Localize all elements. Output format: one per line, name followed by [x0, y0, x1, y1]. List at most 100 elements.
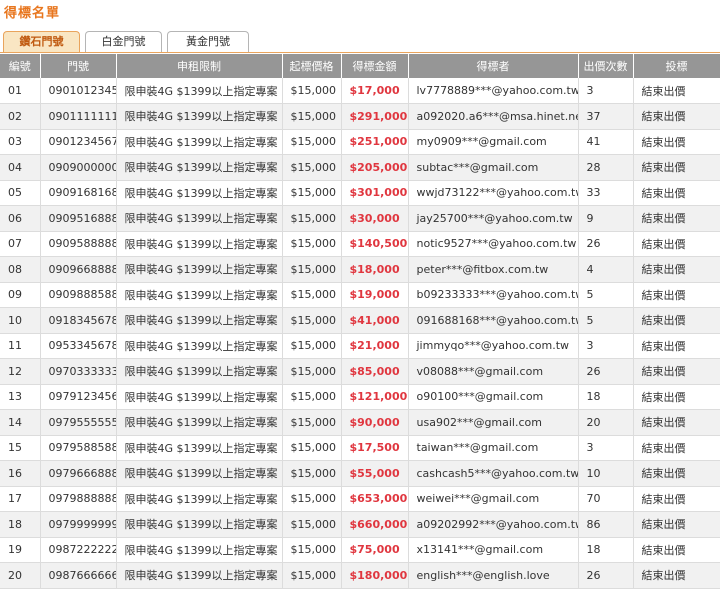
plan-restriction: 限申裝4G $1399以上指定專案	[116, 435, 283, 461]
header-index: 編號	[0, 54, 41, 78]
phone-number: 0909516888	[40, 205, 117, 232]
winning-amount: $660,000	[341, 511, 409, 538]
phone-number: 0987222222	[40, 537, 117, 563]
phone-number: 0909000000	[40, 154, 117, 181]
table-row: 16 0979666888 限申裝4G $1399以上指定專案 $15,000 $55,…	[0, 460, 720, 487]
bid-count: 4	[578, 256, 634, 283]
bid-status: 結束出價	[633, 154, 720, 181]
row-index: 08	[0, 256, 41, 283]
bid-count: 33	[578, 180, 634, 206]
table-row: 06 0909516888 限申裝4G $1399以上指定專案 $15,000 $30,…	[0, 205, 720, 232]
table-row: 08 0909668888 限申裝4G $1399以上指定專案 $15,000 $18,…	[0, 256, 720, 283]
start-price: $15,000	[282, 435, 342, 461]
bid-status: 結束出價	[633, 129, 720, 155]
start-price: $15,000	[282, 78, 342, 104]
header-bid-count: 出價次數	[578, 54, 634, 78]
start-price: $15,000	[282, 460, 342, 487]
bid-status: 結束出價	[633, 358, 720, 385]
row-index: 15	[0, 435, 41, 461]
bid-count: 9	[578, 205, 634, 232]
tab-diamond[interactable]: 鑽石門號	[3, 31, 80, 52]
winning-amount: $55,000	[341, 460, 409, 487]
start-price: $15,000	[282, 180, 342, 206]
winner-email: jimmyqo***@yahoo.com.tw	[408, 333, 579, 359]
phone-number: 0909668888	[40, 256, 117, 283]
table-body: 01 0901012345 限申裝4G $1399以上指定專案 $15,000 $17,…	[0, 78, 720, 589]
bid-status: 結束出價	[633, 333, 720, 359]
row-index: 10	[0, 307, 41, 334]
winning-amount: $17,500	[341, 435, 409, 461]
row-index: 09	[0, 282, 41, 308]
plan-restriction: 限申裝4G $1399以上指定專案	[116, 282, 283, 308]
tab-gold[interactable]: 黃金門號	[167, 31, 249, 52]
start-price: $15,000	[282, 333, 342, 359]
winner-email: 091688168***@yahoo.com.tw	[408, 307, 579, 334]
row-index: 13	[0, 384, 41, 410]
winner-email: my0909***@gmail.com	[408, 129, 579, 155]
winning-amount: $17,000	[341, 78, 409, 104]
table-header-row: 編號 門號 申租限制 起標價格 得標金額 得標者 出價次數 投標	[0, 54, 720, 78]
phone-number: 0979888888	[40, 486, 117, 512]
winning-amount: $251,000	[341, 129, 409, 155]
winner-email: a09202992***@yahoo.com.tw	[408, 511, 579, 538]
header-number: 門號	[40, 54, 117, 78]
winner-email: usa902***@gmail.com	[408, 409, 579, 436]
plan-restriction: 限申裝4G $1399以上指定專案	[116, 256, 283, 283]
table-row: 07 0909588888 限申裝4G $1399以上指定專案 $15,000 $140…	[0, 231, 720, 257]
bid-count: 3	[578, 435, 634, 461]
bid-status: 結束出價	[633, 460, 720, 487]
table-row: 03 0901234567 限申裝4G $1399以上指定專案 $15,000 $251…	[0, 129, 720, 155]
phone-number: 0901234567	[40, 129, 117, 155]
winning-amount: $18,000	[341, 256, 409, 283]
bid-status: 結束出價	[633, 307, 720, 334]
bid-status: 結束出價	[633, 205, 720, 232]
row-index: 01	[0, 78, 41, 104]
plan-restriction: 限申裝4G $1399以上指定專案	[116, 511, 283, 538]
row-index: 14	[0, 409, 41, 436]
winning-amount: $140,500	[341, 231, 409, 257]
winning-amount: $291,000	[341, 103, 409, 130]
row-index: 06	[0, 205, 41, 232]
bid-status: 結束出價	[633, 231, 720, 257]
header-restriction: 申租限制	[116, 54, 283, 78]
winner-email: wwjd73122***@yahoo.com.tw	[408, 180, 579, 206]
table-row: 15 0979588588 限申裝4G $1399以上指定專案 $15,000 $17,…	[0, 435, 720, 461]
header-winning-amount: 得標金額	[341, 54, 409, 78]
phone-number: 0979555555	[40, 409, 117, 436]
row-index: 12	[0, 358, 41, 385]
header-start-price: 起標價格	[282, 54, 342, 78]
winning-amount: $301,000	[341, 180, 409, 206]
plan-restriction: 限申裝4G $1399以上指定專案	[116, 103, 283, 130]
plan-restriction: 限申裝4G $1399以上指定專案	[116, 537, 283, 563]
row-index: 16	[0, 460, 41, 487]
bid-status: 結束出價	[633, 537, 720, 563]
header-winner: 得標者	[408, 54, 579, 78]
plan-restriction: 限申裝4G $1399以上指定專案	[116, 409, 283, 436]
winner-email: cashcash5***@yahoo.com.tw	[408, 460, 579, 487]
phone-number: 0979999999	[40, 511, 117, 538]
table-row: 04 0909000000 限申裝4G $1399以上指定專案 $15,000 $205…	[0, 154, 720, 181]
row-index: 04	[0, 154, 41, 181]
bid-status: 結束出價	[633, 435, 720, 461]
bid-count: 86	[578, 511, 634, 538]
phone-number: 0901012345	[40, 78, 117, 104]
bid-count: 41	[578, 129, 634, 155]
bid-count: 26	[578, 358, 634, 385]
bid-status: 結束出價	[633, 78, 720, 104]
winning-amount: $90,000	[341, 409, 409, 436]
start-price: $15,000	[282, 511, 342, 538]
bid-status: 結束出價	[633, 511, 720, 538]
tab-platinum[interactable]: 白金門號	[85, 31, 162, 52]
winner-email: notic9527***@yahoo.com.tw	[408, 231, 579, 257]
row-index: 19	[0, 537, 41, 563]
phone-number: 0970333333	[40, 358, 117, 385]
winning-amount: $30,000	[341, 205, 409, 232]
bid-status: 結束出價	[633, 384, 720, 410]
bid-count: 26	[578, 562, 634, 589]
row-index: 07	[0, 231, 41, 257]
start-price: $15,000	[282, 307, 342, 334]
winner-email: lv7778889***@yahoo.com.tw	[408, 78, 579, 104]
row-index: 03	[0, 129, 41, 155]
bid-status: 結束出價	[633, 409, 720, 436]
winner-email: subtac***@gmail.com	[408, 154, 579, 181]
